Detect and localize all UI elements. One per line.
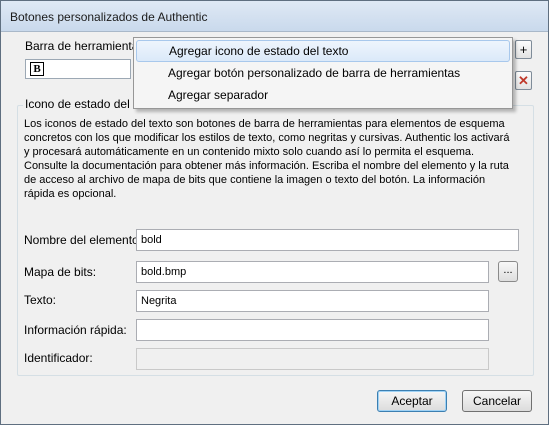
bitmap-field[interactable]: bold.bmp bbox=[136, 261, 489, 283]
plus-icon: + bbox=[519, 42, 528, 57]
delete-x-icon: ✕ bbox=[518, 73, 529, 88]
element-name-field[interactable]: bold bbox=[136, 229, 519, 251]
text-label: Texto: bbox=[24, 293, 57, 307]
browse-button[interactable]: ... bbox=[498, 261, 518, 282]
add-menu-dropdown: Agregar icono de estado del texto Agrega… bbox=[133, 37, 513, 109]
title-bar: Botones personalizados de Authentic bbox=[1, 1, 548, 32]
dialog-window: Botones personalizados de Authentic Barr… bbox=[0, 0, 549, 425]
remove-button[interactable]: ✕ bbox=[515, 71, 532, 90]
bitmap-label: Mapa de bits: bbox=[24, 265, 97, 279]
ok-button[interactable]: Aceptar bbox=[377, 390, 447, 412]
group-title: Icono de estado del tex bbox=[23, 97, 152, 111]
menu-item-add-text-state-icon[interactable]: Agregar icono de estado del texto bbox=[136, 40, 510, 62]
tooltip-label: Información rápida: bbox=[24, 323, 127, 337]
bold-icon[interactable]: B bbox=[30, 62, 44, 76]
element-name-label: Nombre del elemento: bbox=[24, 233, 143, 247]
cancel-button[interactable]: Cancelar bbox=[462, 390, 532, 412]
menu-item-add-custom-toolbar-button[interactable]: Agregar botón personalizado de barra de … bbox=[136, 63, 510, 85]
toolbar-preview[interactable]: B bbox=[25, 59, 131, 79]
group-description: Los iconos de estado del texto son boton… bbox=[24, 118, 510, 200]
window-title: Botones personalizados de Authentic bbox=[10, 10, 208, 24]
add-button[interactable]: + bbox=[515, 40, 532, 59]
menu-item-add-separator[interactable]: Agregar separador bbox=[136, 85, 510, 107]
identifier-label: Identificador: bbox=[24, 351, 93, 365]
text-field[interactable]: Negrita bbox=[136, 290, 489, 312]
identifier-field bbox=[136, 348, 489, 370]
tooltip-field[interactable] bbox=[136, 319, 489, 341]
